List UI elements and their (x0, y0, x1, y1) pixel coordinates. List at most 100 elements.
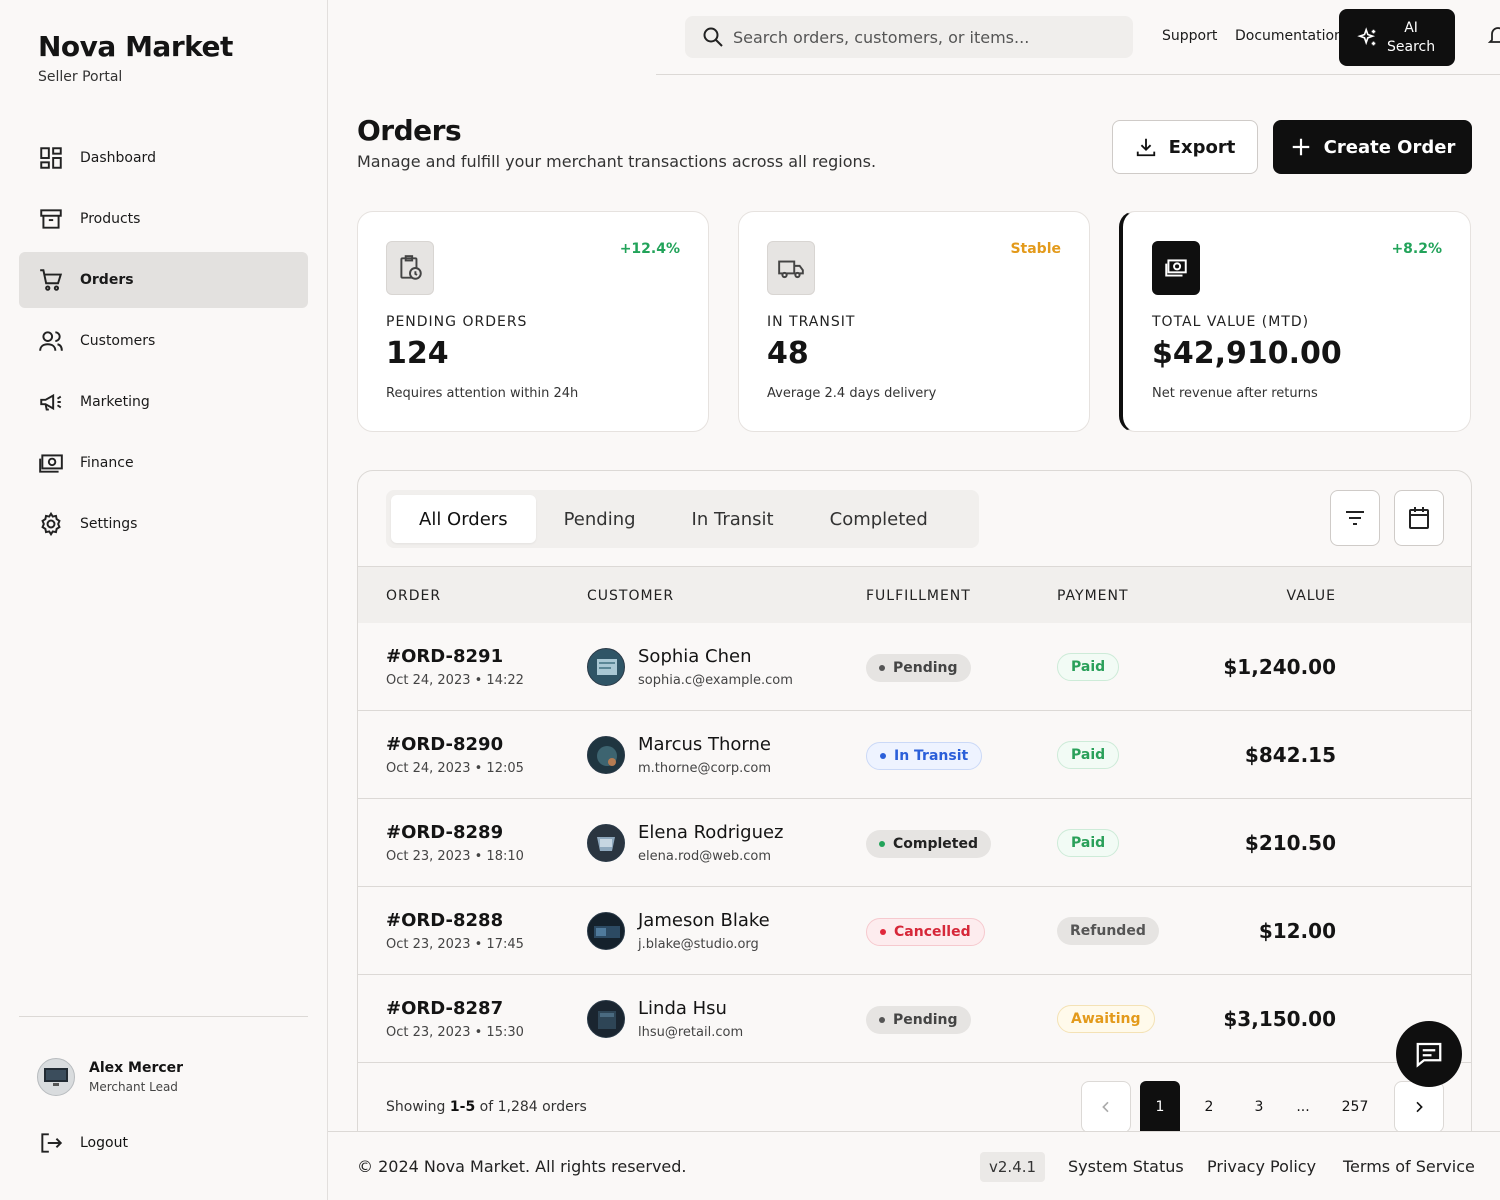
page-subtitle: Manage and fulfill your merchant transac… (357, 152, 877, 171)
avatar (37, 1058, 75, 1096)
order-date: Oct 23, 2023 • 18:10 (386, 849, 524, 864)
notification-bell[interactable] (1486, 24, 1500, 52)
stat-trend: Stable (1010, 241, 1061, 257)
brand[interactable]: Nova Market Seller Portal (38, 30, 233, 85)
search-icon (703, 27, 723, 47)
filter-button[interactable] (1330, 490, 1380, 546)
stat-description: Requires attention within 24h (386, 386, 579, 401)
status-dot (879, 841, 885, 847)
logout-icon (41, 1133, 63, 1153)
copyright: © 2024 Nova Market. All rights reserved. (357, 1157, 687, 1176)
megaphone-icon (38, 389, 64, 415)
order-id[interactable]: #ORD-8288 (386, 910, 503, 931)
page-button-1[interactable]: 1 (1140, 1081, 1180, 1133)
column-header-payment: PAYMENT (1057, 588, 1129, 604)
page-button-257[interactable]: 257 (1338, 1081, 1372, 1133)
terms-of-service-link[interactable]: Terms of Service (1343, 1157, 1475, 1176)
status-dot (879, 1017, 885, 1023)
page-button-2[interactable]: 2 (1194, 1081, 1224, 1133)
system-status-link[interactable]: System Status (1068, 1157, 1184, 1176)
plus-icon (1292, 138, 1309, 156)
next-page-button[interactable] (1394, 1081, 1444, 1133)
calendar-icon (1409, 507, 1429, 529)
customer-name: Sophia Chen (638, 646, 752, 667)
tab-pending[interactable]: Pending (536, 495, 664, 543)
fulfillment-status-text: In Transit (894, 748, 969, 764)
stat-label: IN TRANSIT (767, 314, 856, 330)
fulfillment-status-text: Pending (893, 1012, 958, 1028)
payment-status-badge: Paid (1057, 653, 1120, 681)
sidebar-item-label: Orders (80, 272, 134, 288)
order-value: $210.50 (1244, 831, 1336, 855)
sidebar-item-label: Settings (80, 516, 138, 532)
user-profile[interactable]: Alex Mercer Merchant Lead (37, 1058, 183, 1096)
tab-all-orders[interactable]: All Orders (391, 495, 536, 543)
page-ellipsis: ... (1296, 1099, 1310, 1115)
page-title: Orders (357, 114, 462, 147)
stat-trend: +8.2% (1391, 241, 1442, 257)
chevron-right-icon (1416, 1101, 1423, 1113)
table-row[interactable]: #ORD-8290 Oct 24, 2023 • 12:05 Marcus Th… (358, 711, 1471, 799)
ai-search-button[interactable]: AI Search (1339, 9, 1455, 66)
sidebar-item-finance[interactable]: Finance (19, 435, 308, 491)
ai-search-label-line1: AI (1404, 19, 1418, 36)
sidebar-item-settings[interactable]: Settings (19, 496, 308, 552)
user-role: Merchant Lead (89, 1080, 178, 1094)
stat-label: PENDING ORDERS (386, 314, 528, 330)
table-row[interactable]: #ORD-8287 Oct 23, 2023 • 15:30 Linda Hsu… (358, 975, 1471, 1063)
search-bar[interactable] (685, 16, 1133, 58)
sidebar-item-marketing[interactable]: Marketing (19, 374, 308, 430)
order-id[interactable]: #ORD-8289 (386, 822, 503, 843)
fulfillment-status-text: Cancelled (894, 924, 971, 940)
footer: © 2024 Nova Market. All rights reserved.… (328, 1131, 1500, 1200)
sidebar: Nova Market Seller Portal Dashboard Prod… (0, 0, 328, 1200)
chat-button[interactable] (1396, 1021, 1462, 1087)
logout-button[interactable]: Logout (38, 1130, 128, 1156)
support-link[interactable]: Support (1162, 28, 1217, 44)
order-value: $1,240.00 (1223, 655, 1336, 679)
tab-in-transit[interactable]: In Transit (664, 495, 802, 543)
export-button[interactable]: Export (1112, 120, 1258, 174)
page-button-3[interactable]: 3 (1244, 1081, 1274, 1133)
users-icon (38, 328, 64, 354)
fulfillment-status-badge: Cancelled (866, 918, 985, 946)
documentation-link[interactable]: Documentation (1235, 28, 1343, 44)
stat-value: 48 (767, 336, 809, 371)
order-tabs: All Orders Pending In Transit Completed (386, 490, 979, 548)
sidebar-item-dashboard[interactable]: Dashboard (19, 130, 308, 186)
sidebar-item-orders[interactable]: Orders (19, 252, 308, 308)
avatar (587, 1000, 625, 1038)
calendar-button[interactable] (1394, 490, 1444, 546)
logout-label: Logout (80, 1135, 128, 1151)
order-date: Oct 23, 2023 • 17:45 (386, 937, 524, 952)
sidebar-item-products[interactable]: Products (19, 191, 308, 247)
cash-icon (38, 450, 64, 476)
create-order-label: Create Order (1323, 136, 1456, 158)
pagination-summary: Showing 1-5 of 1,284 orders (386, 1099, 587, 1115)
privacy-policy-link[interactable]: Privacy Policy (1207, 1157, 1316, 1176)
showing-suffix: of 1,284 orders (479, 1099, 587, 1115)
clipboard-clock-icon (386, 241, 434, 295)
sidebar-item-customers[interactable]: Customers (19, 313, 308, 369)
fulfillment-status-badge: Pending (866, 654, 971, 682)
order-id[interactable]: #ORD-8291 (386, 646, 503, 667)
table-row[interactable]: #ORD-8288 Oct 23, 2023 • 17:45 Jameson B… (358, 887, 1471, 975)
order-date: Oct 24, 2023 • 12:05 (386, 761, 524, 776)
tab-completed[interactable]: Completed (802, 495, 956, 543)
order-id[interactable]: #ORD-8287 (386, 998, 503, 1019)
search-input[interactable] (733, 27, 1113, 47)
prev-page-button[interactable] (1081, 1081, 1131, 1133)
order-id[interactable]: #ORD-8290 (386, 734, 503, 755)
customer-name: Jameson Blake (638, 910, 770, 931)
status-dot (880, 929, 886, 935)
sidebar-nav: Dashboard Products Orders Customers Mark… (19, 130, 308, 557)
fulfillment-status-badge: Completed (866, 830, 992, 858)
truck-icon (767, 241, 815, 295)
brand-title: Nova Market (38, 30, 233, 63)
chevron-left-icon (1102, 1101, 1109, 1113)
table-row[interactable]: #ORD-8289 Oct 23, 2023 • 18:10 Elena Rod… (358, 799, 1471, 887)
stat-card-pending: +12.4% PENDING ORDERS 124 Requires atten… (357, 211, 709, 432)
table-row[interactable]: #ORD-8291 Oct 24, 2023 • 14:22 Sophia Ch… (358, 623, 1471, 711)
order-value: $842.15 (1244, 743, 1336, 767)
create-order-button[interactable]: Create Order (1273, 120, 1472, 174)
